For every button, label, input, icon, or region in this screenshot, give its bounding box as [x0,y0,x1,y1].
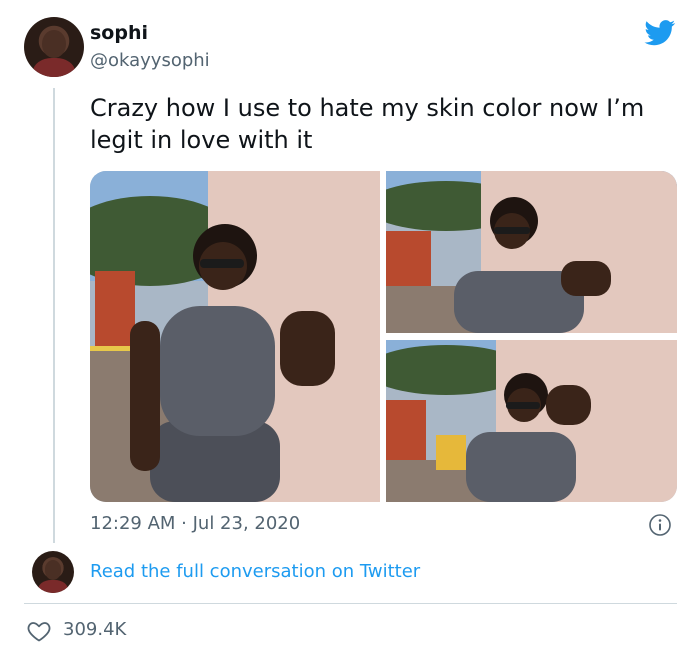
twitter-bird-icon[interactable] [644,20,676,46]
tweet-photo[interactable] [386,340,677,502]
tweet-timestamp[interactable]: 12:29 AM · Jul 23, 2020 [90,513,300,534]
tweet-photo[interactable] [386,171,677,333]
info-icon[interactable] [648,513,672,537]
avatar-body-shape [38,579,68,593]
tweet-photo[interactable] [90,171,380,502]
thread-line [53,88,55,543]
like-count: 309.4K [63,619,127,640]
read-conversation-link[interactable]: Read the full conversation on Twitter [90,561,420,582]
avatar-face-shape [42,30,66,58]
author-name[interactable]: sophi [90,22,148,44]
avatar-body-shape [33,57,75,77]
author-avatar[interactable] [24,17,84,77]
small-avatar[interactable] [32,551,74,593]
heart-icon[interactable] [27,620,51,642]
avatar-face-shape [44,560,62,580]
photo-grid [90,171,677,502]
author-handle[interactable]: @okayysophi [90,50,210,71]
tweet-text: Crazy how I use to hate my skin color no… [90,94,645,154]
divider [24,603,677,604]
